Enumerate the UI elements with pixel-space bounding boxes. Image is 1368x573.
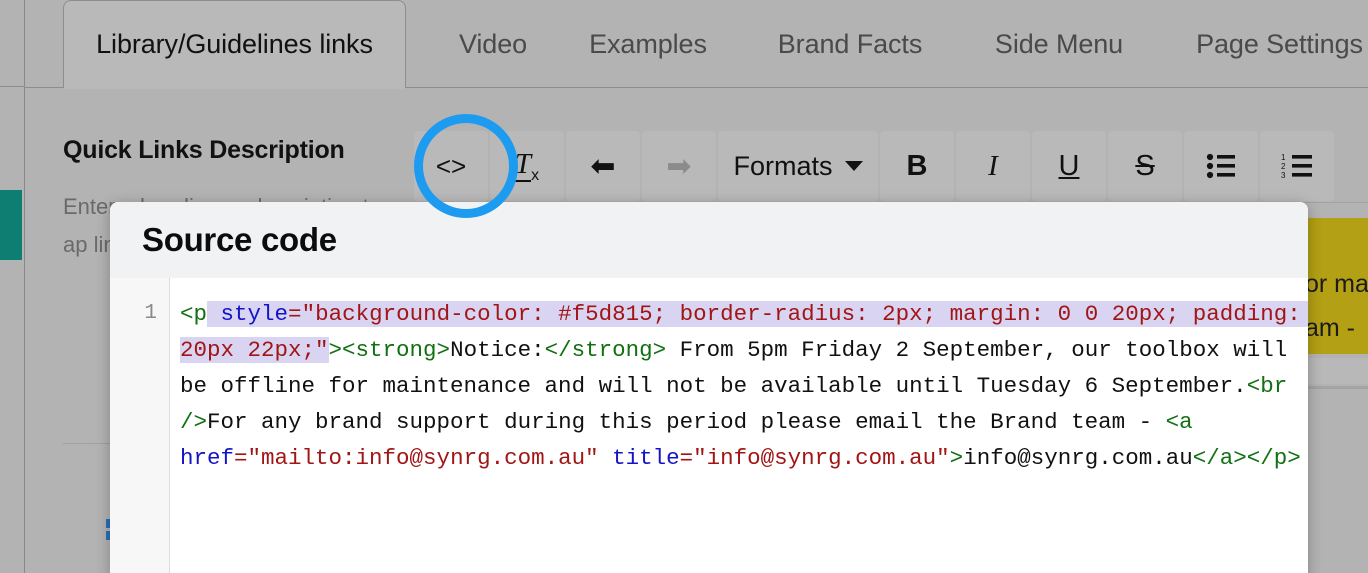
bullet-list-button[interactable] bbox=[1184, 131, 1258, 201]
code-token: href bbox=[180, 445, 235, 471]
code-token: "info@synrg.com.au" bbox=[693, 445, 950, 471]
dialog-header: Source code bbox=[110, 202, 1308, 278]
rail-horizontal-divider bbox=[0, 86, 25, 87]
line-number-gutter: 1 bbox=[110, 278, 170, 573]
tab-library-guidelines-links[interactable]: Library/Guidelines links bbox=[63, 0, 406, 89]
tab-page-settings[interactable]: Page Settings bbox=[1157, 0, 1368, 88]
numbered-list-icon: 1 2 3 bbox=[1281, 153, 1312, 179]
tab-strip: Library/Guidelines links Video Examples Bra… bbox=[25, 0, 1368, 89]
chevron-down-icon bbox=[844, 161, 863, 171]
highlight-ring bbox=[414, 114, 518, 218]
code-token: = bbox=[234, 445, 248, 471]
code-token: = bbox=[288, 301, 302, 327]
svg-text:2: 2 bbox=[1281, 162, 1286, 171]
code-token bbox=[207, 301, 221, 327]
formats-label: Formats bbox=[733, 150, 833, 181]
code-token: > bbox=[949, 445, 964, 471]
line-number: 1 bbox=[144, 302, 157, 325]
code-token: style bbox=[220, 301, 289, 327]
code-token: For any brand support during this period… bbox=[207, 409, 1166, 435]
code-token: > bbox=[328, 337, 343, 363]
tab-label: Side Menu bbox=[994, 28, 1124, 59]
tab-label: Video bbox=[458, 28, 528, 59]
undo-icon: ⬅ bbox=[590, 149, 616, 183]
tab-side-menu[interactable]: Side Menu bbox=[961, 0, 1157, 88]
dialog-body: 1 <p style="background-color: #f5d815; b… bbox=[110, 278, 1308, 573]
svg-text:1: 1 bbox=[1281, 153, 1286, 162]
tab-label: Library/Guidelines links bbox=[96, 29, 373, 59]
underline-icon: U bbox=[1058, 149, 1080, 182]
code-token: <p bbox=[180, 301, 208, 327]
tab-label: Page Settings bbox=[1196, 28, 1363, 59]
code-token: </a> bbox=[1192, 445, 1247, 471]
formats-dropdown[interactable]: Formats bbox=[718, 131, 878, 201]
tab-brand-facts[interactable]: Brand Facts bbox=[739, 0, 961, 88]
clear-format-x: x bbox=[531, 166, 540, 184]
strikethrough-icon: S bbox=[1135, 149, 1155, 182]
notice-preview-line-2: am - bbox=[1305, 314, 1355, 342]
tab-label: Brand Facts bbox=[777, 28, 923, 59]
notice-preview-line-1: or ma bbox=[1305, 270, 1368, 298]
code-token: info@synrg.com.au bbox=[963, 445, 1193, 471]
code-token: "mailto:info@synrg.com.au" bbox=[247, 445, 613, 471]
redo-button[interactable]: ➡ bbox=[642, 131, 716, 201]
code-token: <strong> bbox=[342, 337, 451, 363]
editor-toolbar: <> Tx ⬅ ➡ Formats B I U S 1 2 3 bbox=[414, 131, 1334, 201]
tab-label: Examples bbox=[589, 28, 707, 59]
underline-button[interactable]: U bbox=[1032, 131, 1106, 201]
source-code-dialog: Source code 1 <p style="background-color… bbox=[110, 202, 1308, 573]
rail-active-marker bbox=[0, 190, 22, 260]
italic-button[interactable]: I bbox=[956, 131, 1030, 201]
code-token: = bbox=[679, 445, 694, 471]
numbered-list-button[interactable]: 1 2 3 bbox=[1260, 131, 1334, 201]
bullet-list-icon bbox=[1206, 153, 1235, 179]
app-screenshot: Library/Guidelines links Video Examples Bra… bbox=[0, 0, 1368, 573]
clear-formatting-icon: Tx bbox=[514, 147, 540, 185]
italic-icon: I bbox=[988, 149, 998, 182]
code-token: title bbox=[612, 445, 680, 471]
tab-examples[interactable]: Examples bbox=[557, 0, 739, 88]
bold-icon: B bbox=[906, 149, 928, 182]
dialog-title: Source code bbox=[142, 221, 337, 258]
code-token: </p> bbox=[1246, 445, 1301, 471]
code-token: <a bbox=[1165, 409, 1207, 435]
undo-button[interactable]: ⬅ bbox=[566, 131, 640, 201]
svg-text:3: 3 bbox=[1281, 171, 1286, 179]
code-token: Notice: bbox=[450, 337, 545, 363]
redo-icon: ➡ bbox=[666, 149, 692, 183]
strikethrough-button[interactable]: S bbox=[1108, 131, 1182, 201]
bold-button[interactable]: B bbox=[880, 131, 954, 201]
source-code-editor[interactable]: <p style="background-color: #f5d815; bor… bbox=[170, 278, 1308, 573]
page-title: Quick Links Description bbox=[63, 136, 345, 164]
code-token: </strong> bbox=[544, 337, 667, 363]
tab-video[interactable]: Video bbox=[429, 0, 557, 88]
